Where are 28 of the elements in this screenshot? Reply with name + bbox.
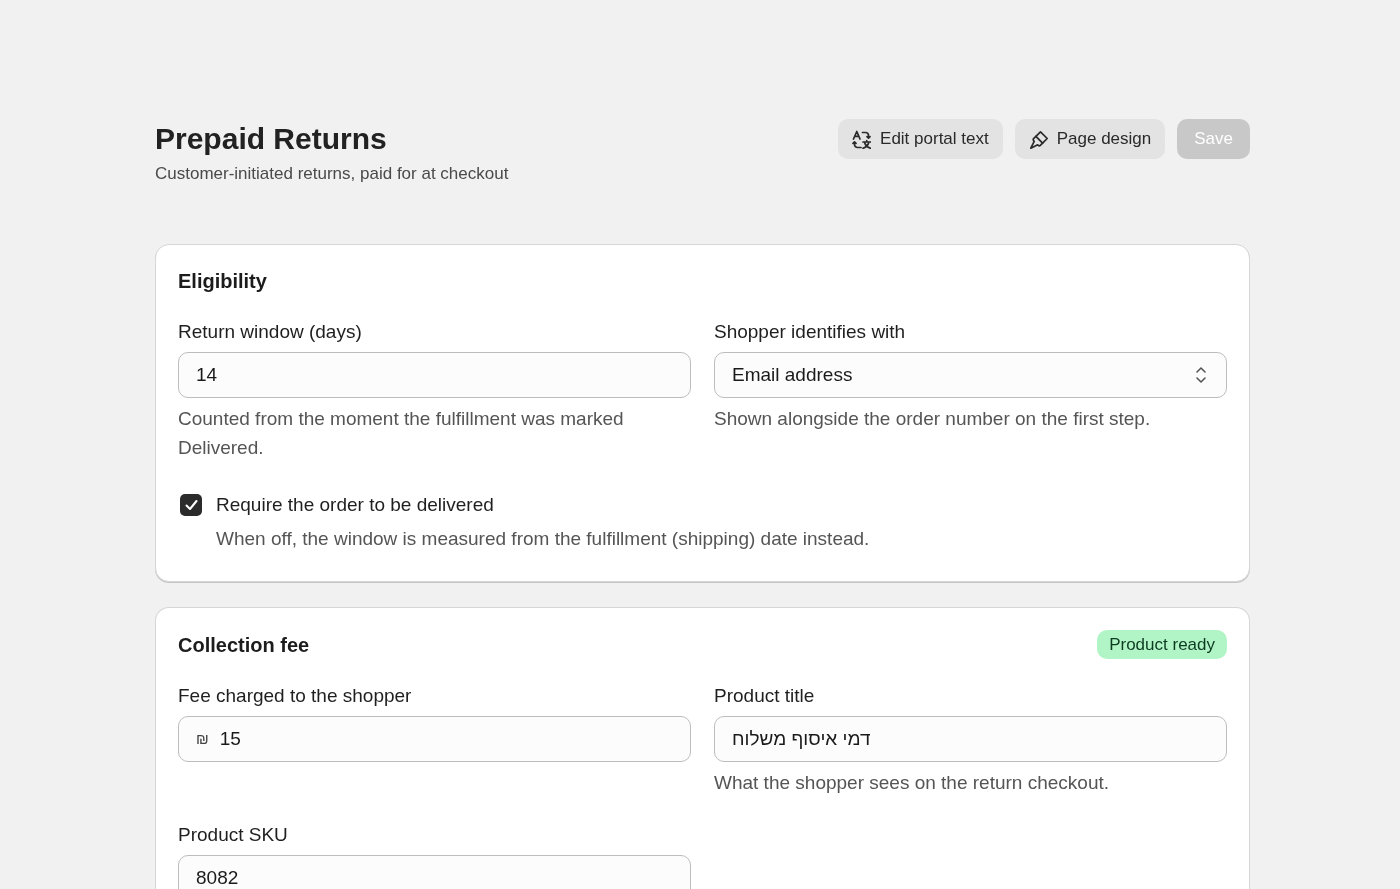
help-text: Counted from the moment the fulfillment was marked Delivered. — [178, 407, 625, 460]
field-label: Return window (days) — [178, 320, 363, 344]
input-field[interactable]: 8082 — [178, 855, 691, 889]
button[interactable]: Edit portal text — [838, 119, 1003, 159]
field-label: Product title — [714, 684, 816, 708]
input-field[interactable]: דמי איסוף משלוח — [714, 716, 1227, 762]
field-label: Shopper identifies with — [714, 320, 907, 344]
input-field[interactable]: ₪ 15 — [178, 716, 691, 762]
page-subtitle: Customer-initiated returns, paid for at checkout — [155, 163, 509, 185]
paintbrush-icon — [1028, 129, 1048, 149]
status-badge: Product ready — [1097, 630, 1227, 659]
checkbox[interactable] — [180, 494, 202, 516]
currency-symbol: ₪ — [196, 731, 209, 747]
checkbox-label: Require the order to be delivered — [216, 493, 495, 517]
select-field[interactable]: Email address — [714, 352, 1227, 398]
checkmark-icon — [184, 499, 198, 511]
help-text: What the shopper sees on the return checkout. — [714, 771, 1110, 795]
translate-icon — [852, 129, 872, 149]
field-label: Fee charged to the shopper — [178, 684, 413, 708]
checkbox-description: When off, the window is measured from the fulfillment (shipping) date instead. — [216, 527, 870, 551]
help-text: Shown alongside the order number on the first step. — [714, 407, 1152, 431]
section-title: Eligibility — [178, 269, 267, 294]
section-title: Collection fee — [178, 632, 310, 658]
field-label: Product SKU — [178, 823, 289, 847]
button[interactable]: Page design — [1014, 119, 1166, 159]
chevron-up-down-icon — [1194, 365, 1208, 385]
input-field[interactable]: 14 — [178, 352, 691, 398]
page-title: Prepaid Returns — [155, 121, 388, 157]
